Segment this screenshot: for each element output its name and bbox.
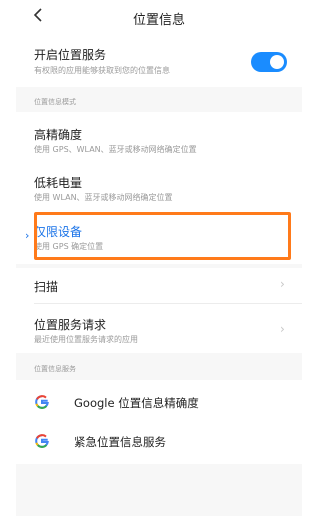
google-icon: [34, 394, 50, 410]
mode-option-subtitle: 使用 GPS、WLAN、蓝牙或移动网络确定位置: [34, 145, 197, 154]
services-section-label: 位置信息服务: [34, 365, 76, 373]
service-item-label: Google 位置信息精确度: [74, 396, 199, 410]
scan-title: 扫描: [34, 280, 59, 294]
requests-subtitle: 最近使用位置服务请求的应用: [34, 335, 138, 344]
highlight-box: [34, 212, 291, 260]
app-header: 位置信息: [16, 0, 302, 38]
mode-section-label: 位置信息模式: [34, 98, 76, 106]
chevron-right-icon: ›: [280, 322, 285, 336]
requests-title: 位置服务请求: [34, 318, 107, 332]
mode-option-subtitle: 使用 WLAN、蓝牙或移动网络确定位置: [34, 193, 173, 202]
selected-indicator-icon: ›: [25, 229, 30, 242]
mode-option-title: 高精确度: [34, 128, 83, 142]
chevron-right-icon: ›: [280, 277, 285, 291]
misc-section: 扫描 › 位置服务请求 最近使用位置服务请求的应用 ›: [16, 268, 302, 353]
google-icon: [34, 433, 50, 449]
service-item-label: 紧急位置信息服务: [74, 435, 166, 449]
services-section: Google 位置信息精确度 紧急位置信息服务: [16, 380, 302, 464]
location-service-subtitle: 有权限的应用能够获取到您的位置信息: [34, 66, 170, 75]
toggle-knob: [270, 55, 284, 69]
location-service-toggle[interactable]: [251, 52, 287, 72]
divider: [34, 303, 302, 304]
settings-screen: 位置信息 开启位置服务 有权限的应用能够获取到您的位置信息 位置信息模式 高精确…: [16, 0, 302, 516]
page-title: 位置信息: [132, 13, 185, 28]
location-service-title: 开启位置服务: [34, 48, 107, 62]
mode-option-title: 低耗电量: [34, 176, 83, 190]
